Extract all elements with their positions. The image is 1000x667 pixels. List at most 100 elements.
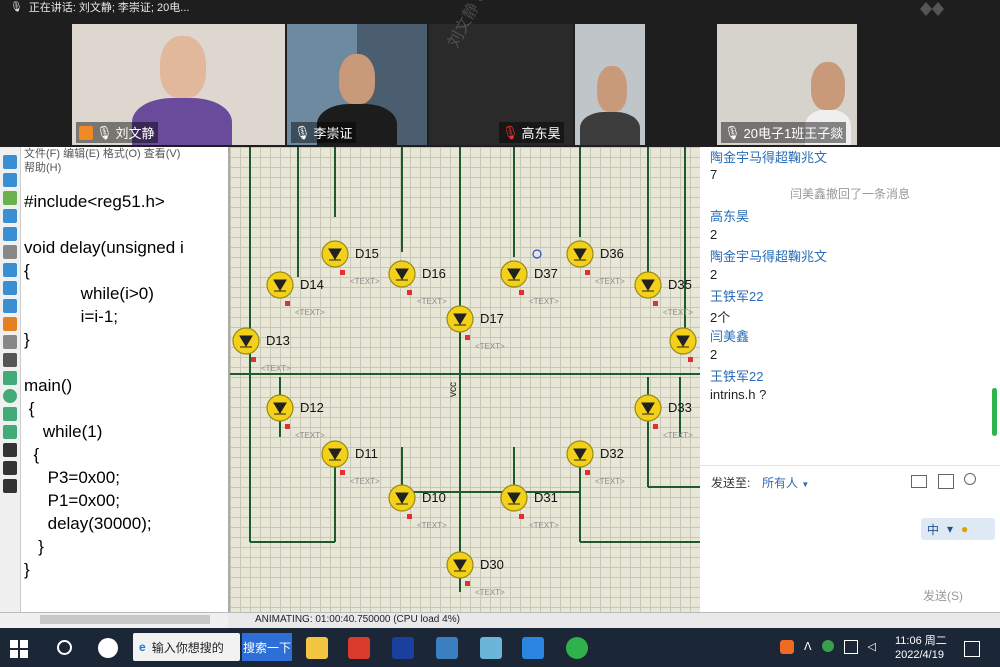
send-button[interactable]: 发送(S) xyxy=(923,587,963,604)
script-tool-icon[interactable] xyxy=(3,191,17,205)
wire-tool-icon[interactable] xyxy=(3,155,17,169)
generator-tool-icon[interactable] xyxy=(3,299,17,313)
security-icon[interactable] xyxy=(821,640,834,652)
probe-tool-icon[interactable] xyxy=(3,317,17,331)
scroll-thumb[interactable] xyxy=(40,615,210,624)
text-placeholder: <TEXT> xyxy=(663,431,693,440)
code-text[interactable]: #include<reg51.h> void delay(unsigned i … xyxy=(24,190,184,581)
volume-icon[interactable]: ◁ xyxy=(868,640,876,654)
speaking-indicator: 🎙 正在讲话: 刘文静; 李崇证; 20电... xyxy=(10,0,189,16)
isis-icon[interactable] xyxy=(392,637,414,659)
vcc-label: vcc xyxy=(448,382,459,397)
search-icon[interactable] xyxy=(57,640,72,655)
instrument-tool-icon[interactable] xyxy=(3,335,17,349)
sogou-icon[interactable] xyxy=(780,640,794,654)
clock-time: 11:06 周二 xyxy=(895,635,947,647)
help-menu[interactable]: 帮助(H) xyxy=(24,161,180,175)
recipient-select[interactable]: 所有人 ▼ xyxy=(762,474,809,491)
text-placeholder: <TEXT> xyxy=(261,364,291,373)
chat-scrollbar[interactable] xyxy=(992,388,997,436)
led-label: D37 xyxy=(534,266,558,281)
cortana-icon[interactable] xyxy=(98,638,118,658)
video-tile-5[interactable]: 🎙 20电子1班王子燚 xyxy=(717,24,857,145)
led-pin-marker xyxy=(688,357,693,362)
system-clock[interactable]: 11:06 周二 2022/4/19 xyxy=(895,634,947,662)
graph-tool-icon[interactable] xyxy=(3,263,17,277)
led-pin-marker xyxy=(285,301,290,306)
chat-text: 2 xyxy=(710,227,718,242)
chat-text: 2 xyxy=(710,347,718,362)
text-placeholder: <TEXT> xyxy=(295,308,325,317)
file-explorer-icon[interactable] xyxy=(306,637,328,659)
pin-tool-icon[interactable] xyxy=(3,245,17,259)
file-icon[interactable] xyxy=(911,475,927,488)
keil-icon[interactable] xyxy=(436,637,458,659)
participant-label: 🎙 李崇证 xyxy=(291,122,356,143)
text-tool-icon[interactable] xyxy=(3,443,17,457)
network-icon[interactable] xyxy=(843,640,858,654)
notice-icon[interactable] xyxy=(938,474,954,489)
menu-row[interactable]: 文件(F) 编辑(E) 格式(O) 查看(V) xyxy=(24,147,180,161)
mic-icon: 🎙 xyxy=(724,124,741,140)
led-pin-marker xyxy=(285,424,290,429)
video-tile-host[interactable]: 🎙 刘文静 xyxy=(72,24,285,145)
symbol-tool-icon[interactable] xyxy=(3,461,17,475)
windows-start-icon[interactable] xyxy=(10,640,28,658)
text-placeholder: <TEXT> xyxy=(295,431,325,440)
led-label: D17 xyxy=(480,311,504,326)
animation-status: ANIMATING: 01:00:40.750000 (CPU load 4%) xyxy=(255,614,460,625)
led-label: D16 xyxy=(422,266,446,281)
video-tile-2[interactable]: 🎙 李崇证 xyxy=(287,24,427,145)
chat-sender: 王铁军22 xyxy=(710,289,764,304)
arc-tool-icon[interactable] xyxy=(3,407,17,421)
led-label: D10 xyxy=(422,490,446,505)
notification-icon[interactable] xyxy=(964,641,980,657)
user-icon[interactable] xyxy=(964,473,976,485)
video-tile-4[interactable] xyxy=(575,24,645,145)
text-placeholder: <TEXT> xyxy=(529,521,559,530)
search-button[interactable]: 搜索一下 xyxy=(242,633,292,661)
label-tool-icon[interactable] xyxy=(3,173,17,187)
text-placeholder: <TEXT> xyxy=(595,477,625,486)
led-pin-marker xyxy=(465,581,470,586)
participant-figure xyxy=(580,112,640,145)
text-placeholder: <TEXT> xyxy=(475,588,505,597)
text-placeholder: <TEXT> xyxy=(350,477,380,486)
meeting-app-icon[interactable] xyxy=(522,637,544,659)
mic-muted-icon: 🎙 xyxy=(502,124,519,140)
line-tool-icon[interactable] xyxy=(3,353,17,367)
ime-toolbar[interactable]: 中 ▾ ● xyxy=(921,518,995,540)
path-tool-icon[interactable] xyxy=(3,425,17,439)
proteus-tool-strip xyxy=(0,147,21,617)
led-label: D36 xyxy=(600,246,624,261)
recipient-value: 所有人 xyxy=(762,476,799,490)
proteus-schematic-canvas[interactable]: D15 <TEXT> D14 <TEXT> D16 <TEXT> D13 <TEXT> D17 <… xyxy=(228,147,702,612)
chat-text: 2个 xyxy=(710,310,731,325)
led-pin-marker xyxy=(519,290,524,295)
marker-tool-icon[interactable] xyxy=(3,479,17,493)
schematic-svg: D15 <TEXT> D14 <TEXT> D16 <TEXT> D13 <TEXT> D17 <… xyxy=(230,147,702,597)
participant-name: 刘文静 xyxy=(115,126,155,141)
wechat-icon[interactable] xyxy=(566,637,588,659)
led-label: D30 xyxy=(480,557,504,572)
chat-sender: 高东昊 xyxy=(710,209,750,224)
circle-tool-icon[interactable] xyxy=(3,389,17,403)
dropdown-caret-icon: ▼ xyxy=(801,480,810,489)
participant-name: 李崇证 xyxy=(313,126,353,141)
terminal-tool-icon[interactable] xyxy=(3,227,17,241)
notepad-icon[interactable] xyxy=(480,637,502,659)
participant-label: 🎙 刘文静 xyxy=(76,122,158,143)
led-pin-marker xyxy=(653,424,658,429)
participant-face xyxy=(160,36,206,98)
bus-tool-icon[interactable] xyxy=(3,209,17,223)
settings-icon: ● xyxy=(961,522,969,536)
box-tool-icon[interactable] xyxy=(3,371,17,385)
wps-icon[interactable] xyxy=(348,637,370,659)
cursor-crosshair-icon xyxy=(532,249,542,259)
tape-tool-icon[interactable] xyxy=(3,281,17,295)
browser-search-box[interactable]: e 输入你想搜的 xyxy=(133,633,240,661)
led-pin-marker xyxy=(585,470,590,475)
chevron-up-icon[interactable]: ᐱ xyxy=(804,640,812,654)
text-placeholder: <TEXT> xyxy=(417,521,447,530)
participant-face xyxy=(339,54,375,104)
